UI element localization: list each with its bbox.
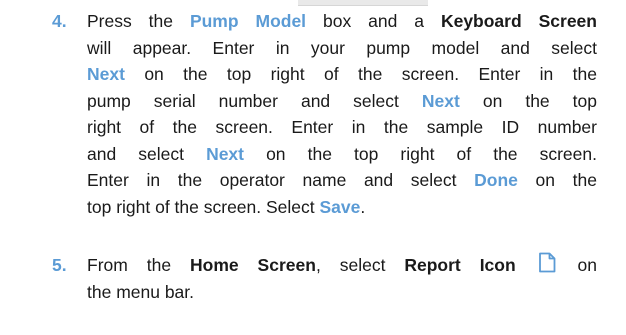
text-line: Enter in the operator name and select Do…: [87, 167, 597, 194]
text-run: on the top right of the screen.: [244, 143, 597, 164]
text-line: top right of the screen. Select Save.: [87, 194, 597, 221]
top-cropped-image-edge: [298, 0, 428, 6]
text-line: Next on the top right of the screen. Ent…: [87, 61, 597, 88]
text-run: [516, 255, 535, 275]
bold-term: Home Screen: [190, 255, 316, 275]
highlighted-term: Next: [87, 64, 125, 84]
text-run: box and a: [306, 11, 441, 31]
text-run: will appear. Enter in your pump model an…: [87, 37, 597, 58]
text-line: the menu bar.: [87, 279, 597, 306]
text-line: and select Next on the top right of the …: [87, 141, 597, 168]
highlighted-term: Done: [474, 170, 518, 190]
text-run: the menu bar.: [87, 281, 195, 302]
text-run: top right of the screen. Select: [87, 196, 320, 217]
highlighted-term: Next: [421, 90, 460, 111]
text-run: on the: [517, 170, 597, 190]
text-line: From the Home Screen, select Report Icon…: [87, 252, 597, 279]
text-run: on the top right of the screen. Enter in…: [124, 64, 597, 84]
text-line: Press the Pump Model box and a Keyboard …: [87, 8, 597, 35]
text-run: right of the screen. Enter in the sample…: [87, 117, 597, 137]
step-5-text: From the Home Screen, select Report Icon…: [87, 252, 597, 305]
text-line: right of the screen. Enter in the sample…: [87, 114, 597, 141]
text-run: From the: [87, 255, 191, 275]
text-run: .: [360, 196, 366, 217]
bold-term: Keyboard Screen: [440, 11, 597, 31]
text-line: pump serial number and select Next on th…: [87, 88, 597, 115]
highlighted-term: Pump Model: [189, 11, 307, 31]
text-run: and select: [87, 143, 207, 164]
report-document-icon: [538, 252, 556, 273]
text-run: Enter in the operator name and select: [87, 170, 475, 190]
highlighted-term: Save: [319, 196, 361, 217]
text-line: will appear. Enter in your pump model an…: [87, 35, 597, 62]
bold-term: Report Icon: [404, 255, 516, 275]
step-number: 4.: [52, 11, 67, 31]
text-run: Press the: [87, 11, 190, 31]
highlighted-term: Next: [206, 143, 244, 164]
step-number: 5.: [52, 255, 67, 275]
step-4-text: Press the Pump Model box and a Keyboard …: [87, 8, 597, 220]
text-run: pump serial number and select: [87, 90, 422, 111]
text-run: on the top: [459, 90, 597, 111]
text-run: , select: [315, 255, 405, 275]
text-run: on: [558, 255, 597, 275]
